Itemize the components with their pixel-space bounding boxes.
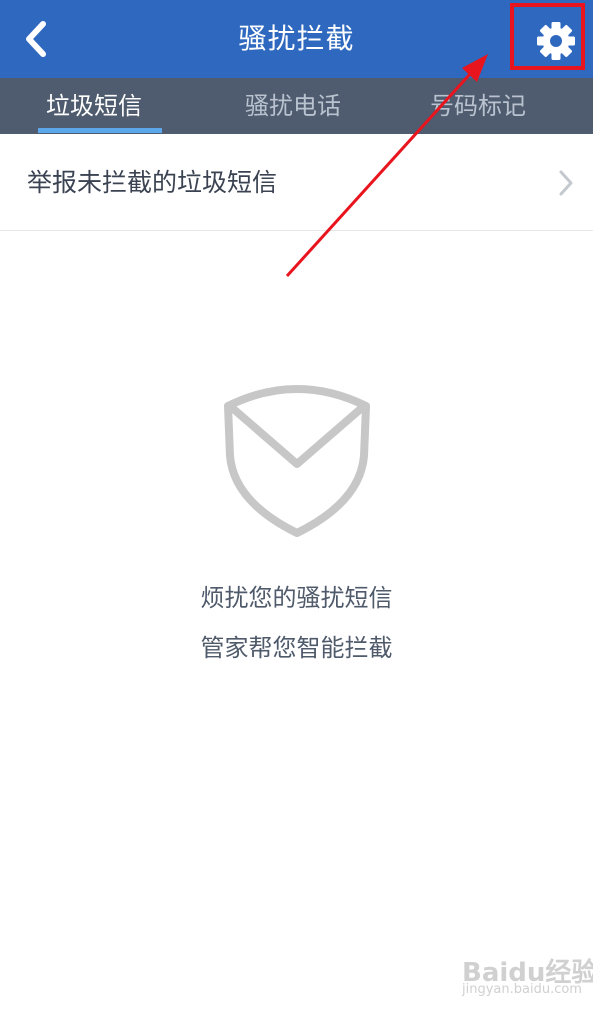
tab-harassing-calls[interactable]: 骚扰电话	[245, 78, 341, 134]
back-button[interactable]	[10, 12, 64, 66]
watermark-logo: Baidu经验	[462, 958, 593, 988]
tab-bar: 垃圾短信 骚扰电话 号码标记	[0, 78, 593, 134]
tab-number-marks[interactable]: 号码标记	[430, 78, 526, 134]
empty-state-line-2: 管家帮您智能拦截	[200, 634, 393, 662]
shield-envelope-icon	[224, 385, 370, 537]
page-title: 骚扰拦截	[238, 22, 355, 55]
title-bar: 骚扰拦截	[0, 0, 593, 78]
tab-active-indicator	[38, 128, 162, 133]
report-spam-label: 举报未拦截的垃圾短信	[27, 168, 278, 197]
watermark-url: jingyan.baidu.com	[462, 982, 582, 997]
chevron-right-icon	[559, 170, 573, 196]
empty-state-line-1: 烦扰您的骚扰短信	[200, 584, 393, 612]
gear-icon	[537, 22, 575, 60]
watermark: Baidu经验 jingyan.baidu.com	[462, 950, 593, 1000]
report-spam-row[interactable]: 举报未拦截的垃圾短信	[0, 134, 593, 231]
tab-spam-sms[interactable]: 垃圾短信	[46, 78, 142, 134]
settings-button[interactable]	[518, 10, 588, 70]
chevron-left-icon	[26, 21, 46, 57]
